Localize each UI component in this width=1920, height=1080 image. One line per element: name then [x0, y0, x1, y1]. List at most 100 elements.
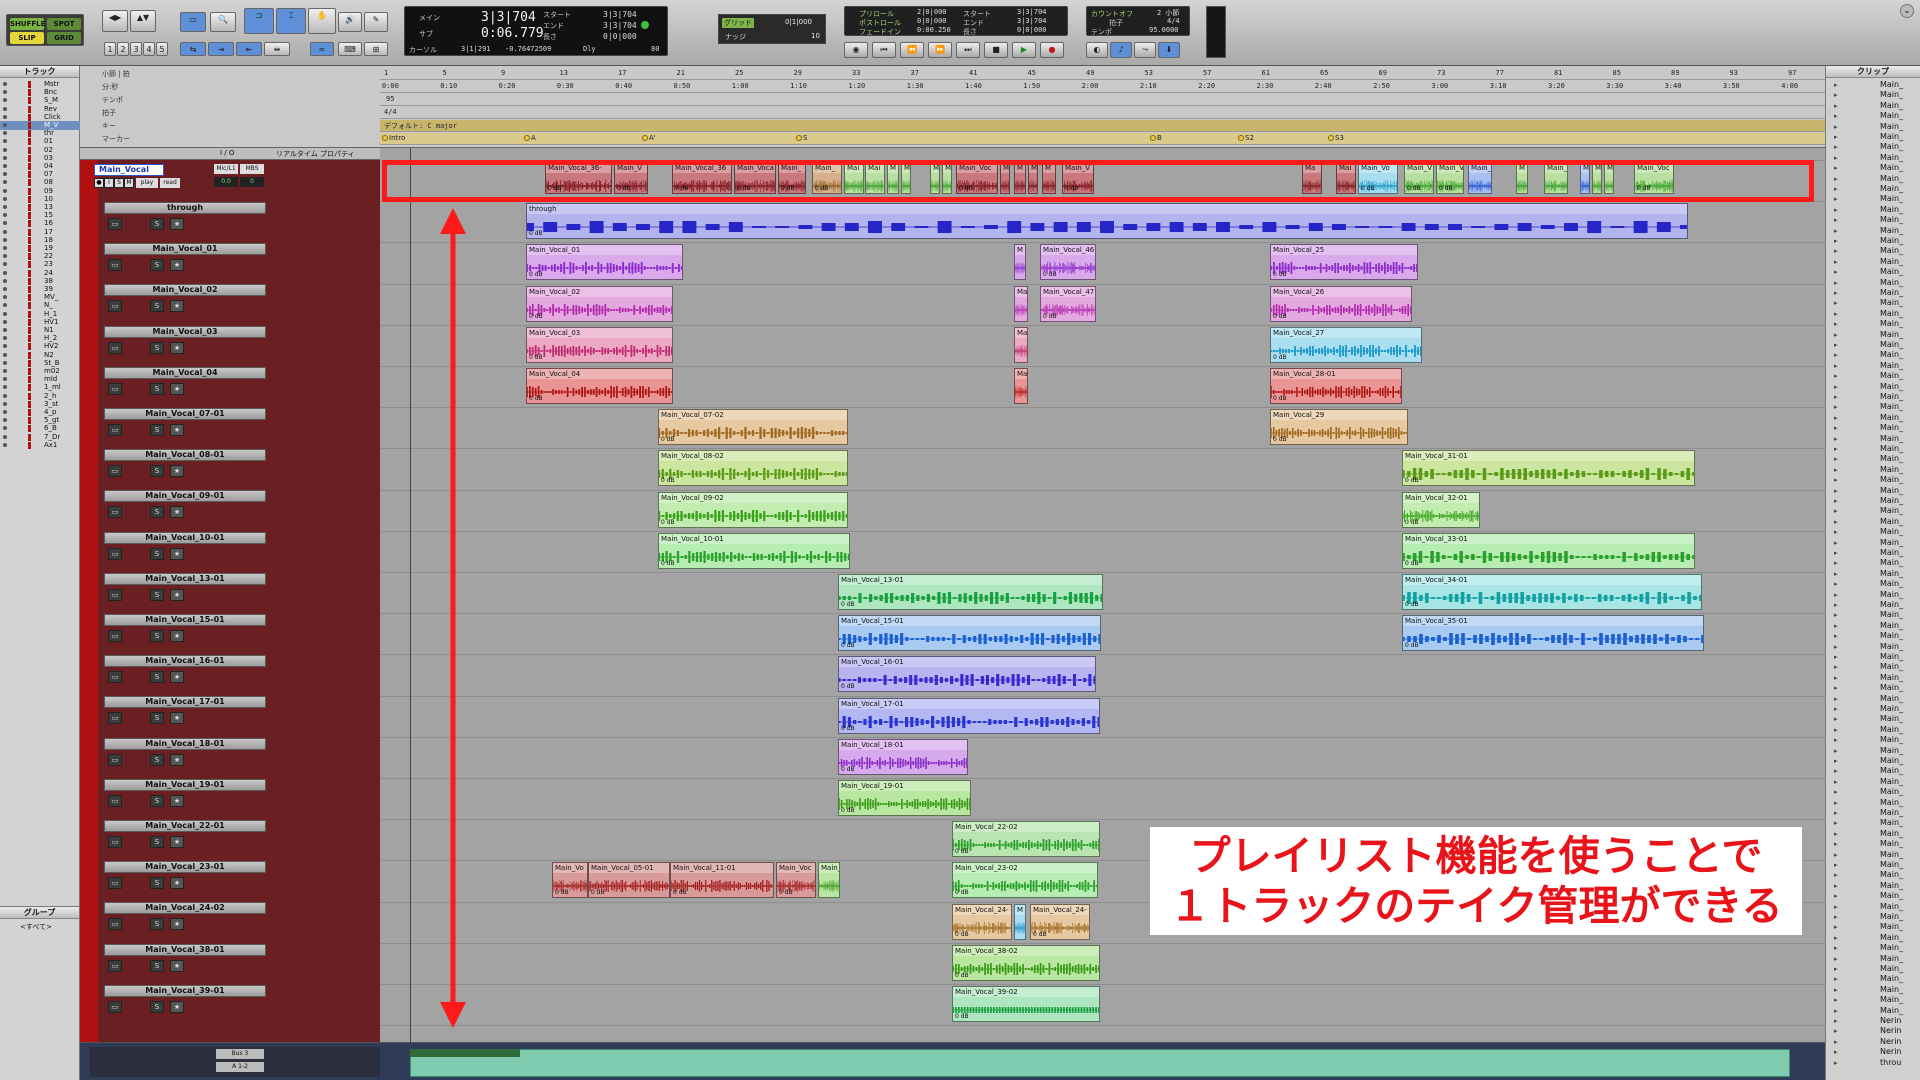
audio-clip[interactable]: Main_Vocal_01 0 dB	[526, 244, 683, 281]
go-to-end-button[interactable]: ⏭	[956, 42, 980, 58]
clip-list-item[interactable]: ▸ Main_	[1826, 434, 1920, 444]
clip-list-item[interactable]: ▸ Main_	[1826, 465, 1920, 475]
volume-value[interactable]: 0.0	[214, 177, 238, 187]
track-visible-dot-icon[interactable]	[3, 188, 7, 193]
expand-triangle-icon[interactable]: ▸	[1834, 652, 1838, 662]
clip-list-item[interactable]: ▸ Main_	[1826, 912, 1920, 922]
audio-clip[interactable]: Ma	[1014, 285, 1028, 322]
expand-triangle-icon[interactable]: ▸	[1834, 174, 1838, 184]
copy-to-main-button[interactable]: ▭	[108, 382, 122, 395]
lane-solo-button[interactable]: S	[150, 630, 164, 642]
expand-triangle-icon[interactable]: ▸	[1834, 382, 1838, 392]
clip-list-item[interactable]: ▸ Main_	[1826, 662, 1920, 672]
key-event[interactable]: デフォルト: C major	[384, 121, 457, 131]
expand-triangle-icon[interactable]: ▸	[1834, 246, 1838, 256]
grid-mode-button[interactable]: GRID	[47, 32, 81, 44]
track-visible-dot-icon[interactable]	[3, 82, 7, 86]
expand-triangle-icon[interactable]: ▸	[1834, 111, 1838, 121]
clip-list-item[interactable]: ▸ Main_	[1826, 579, 1920, 589]
track-visible-dot-icon[interactable]	[3, 246, 7, 250]
transport-online-button[interactable]: ◉	[844, 42, 868, 58]
marker-ruler[interactable]: Intro A A' S B S2 S3	[380, 133, 1825, 145]
clip-list-item[interactable]: ▸ Main_	[1826, 548, 1920, 558]
lane-rating-button[interactable]: ★	[170, 547, 184, 560]
track-visible-dot-icon[interactable]	[3, 254, 7, 259]
expand-triangle-icon[interactable]: ▸	[1834, 600, 1838, 610]
clip-list-item[interactable]: ▸ Main_	[1826, 1006, 1920, 1016]
metronome-button[interactable]: ♪	[1110, 42, 1132, 58]
expand-triangle-icon[interactable]: ▸	[1834, 226, 1838, 236]
expand-triangle-icon[interactable]: ▸	[1834, 579, 1838, 589]
zoom-preset-1[interactable]: 1	[104, 42, 116, 56]
expand-triangle-icon[interactable]: ▸	[1834, 694, 1838, 704]
clip-list-item[interactable]: ▸ Main_	[1826, 361, 1920, 371]
audio-clip[interactable]: Main_Vocal_10-01 0 dB	[658, 532, 850, 569]
clip-list-item[interactable]: ▸ Main_	[1826, 673, 1920, 683]
minsec-ruler[interactable]: 0:00 0:10 0:20 0:30 0:40 0:50 1:00 1:10 1:20 1:30…	[380, 81, 1825, 93]
meter-ruler[interactable]: 4/4	[380, 107, 1825, 119]
playlist-lane-name[interactable]: Main_Vocal_15-01	[104, 614, 266, 626]
playlist-lane-name[interactable]: Main_Vocal_23-01	[104, 861, 266, 874]
audio-clip[interactable]: Main_Vocal_11-01 0 dB	[670, 862, 774, 899]
expand-triangle-icon[interactable]: ▸	[1834, 943, 1838, 953]
clip-list-item[interactable]: ▸ Main_	[1826, 371, 1920, 381]
playlist-lane-name[interactable]: Main_Vocal_13-01	[104, 572, 266, 585]
nudge-value[interactable]: 10	[811, 32, 820, 40]
expand-triangle-icon[interactable]: ▸	[1834, 517, 1838, 527]
clip-list-item[interactable]: ▸ Main_	[1826, 309, 1920, 319]
audio-clip[interactable]: Main_Voc 0 dB	[776, 862, 816, 899]
expand-triangle-icon[interactable]: ▸	[1834, 590, 1838, 600]
start-value[interactable]: 3|3|704	[603, 10, 637, 19]
expand-triangle-icon[interactable]: ▸	[1834, 569, 1838, 579]
track-visible-dot-icon[interactable]	[3, 278, 7, 283]
clip-list-item[interactable]: ▸ Nerin	[1826, 1016, 1920, 1026]
lane-rating-button[interactable]: ★	[170, 630, 184, 642]
expand-triangle-icon[interactable]: ▸	[1834, 496, 1838, 506]
copy-to-main-button[interactable]: ▭	[108, 300, 122, 313]
expand-triangle-icon[interactable]: ▸	[1834, 506, 1838, 516]
expand-triangle-icon[interactable]: ▸	[1834, 475, 1838, 485]
clip-list-item[interactable]: ▸ Main_	[1826, 995, 1920, 1005]
audio-clip[interactable]: Main_	[1468, 162, 1492, 194]
audio-clip[interactable]: Main_Voc 0 dB	[956, 162, 998, 194]
clip-list-item[interactable]: ▸ Main_	[1826, 735, 1920, 745]
clip-list-item[interactable]: ▸ Main_	[1826, 267, 1920, 277]
clip-list-item[interactable]: ▸ Main_	[1826, 538, 1920, 548]
audio-clip[interactable]: Main_Vocal_02 0 dB	[526, 285, 673, 322]
track-visible-dot-icon[interactable]	[3, 139, 7, 144]
playlist-lane-name[interactable]: Main_Vocal_39-01	[104, 984, 266, 997]
audio-clip[interactable]: Main_Vo 0 dB	[1358, 162, 1398, 194]
playhead-cursor[interactable]	[410, 148, 411, 1042]
zoom-in-button[interactable]: ▲▼	[130, 10, 156, 32]
marker-intro[interactable]: Intro	[382, 134, 405, 143]
expand-triangle-icon[interactable]: ▸	[1834, 371, 1838, 381]
clip-list-item[interactable]: ▸ Main_	[1826, 714, 1920, 724]
snap-icon[interactable]: ⊞	[364, 42, 388, 56]
track-visible-dot-icon[interactable]	[3, 237, 7, 242]
pencil-tool-icon[interactable]: ✎	[364, 12, 388, 32]
clip-list-item[interactable]: ▸ Main_	[1826, 413, 1920, 423]
lane-rating-button[interactable]: ★	[170, 259, 184, 272]
audio-clip[interactable]: M	[887, 162, 899, 194]
clip-list-item[interactable]: ▸ Main_	[1826, 954, 1920, 964]
audio-clip[interactable]: Main_Vocal_36 0 dB	[672, 162, 732, 194]
audio-clip[interactable]: Main_Vocal_36- 0 dB	[545, 162, 612, 194]
expand-triangle-icon[interactable]: ▸	[1834, 558, 1838, 568]
clip-list-item[interactable]: ▸ Main_	[1826, 246, 1920, 256]
spot-mode-button[interactable]: SPOT	[47, 18, 81, 30]
return-to-zero-button[interactable]: ⏮	[872, 42, 896, 58]
lane-rating-button[interactable]: ★	[170, 836, 184, 848]
expand-triangle-icon[interactable]: ▸	[1834, 132, 1838, 142]
expand-triangle-icon[interactable]: ▸	[1834, 527, 1838, 537]
clip-list-item[interactable]: ▸ Main_	[1826, 205, 1920, 215]
track-visible-dot-icon[interactable]	[3, 131, 7, 136]
audio-clip[interactable]: Main_V 0 dB	[1436, 162, 1464, 194]
expand-triangle-icon[interactable]: ▸	[1834, 1047, 1838, 1057]
playlist-lane-name[interactable]: through	[104, 202, 266, 214]
tempo-value[interactable]: 95.0000	[1149, 26, 1179, 34]
expand-triangle-icon[interactable]: ▸	[1834, 974, 1838, 984]
audio-clip[interactable]: Main_Vocal_17-01 0 dB	[838, 697, 1100, 734]
clip-list-item[interactable]: ▸ Main_	[1826, 922, 1920, 932]
midi-merge-button[interactable]: ⤳	[1134, 42, 1156, 58]
playlist-lane-name[interactable]: Main_Vocal_16-01	[104, 655, 266, 668]
